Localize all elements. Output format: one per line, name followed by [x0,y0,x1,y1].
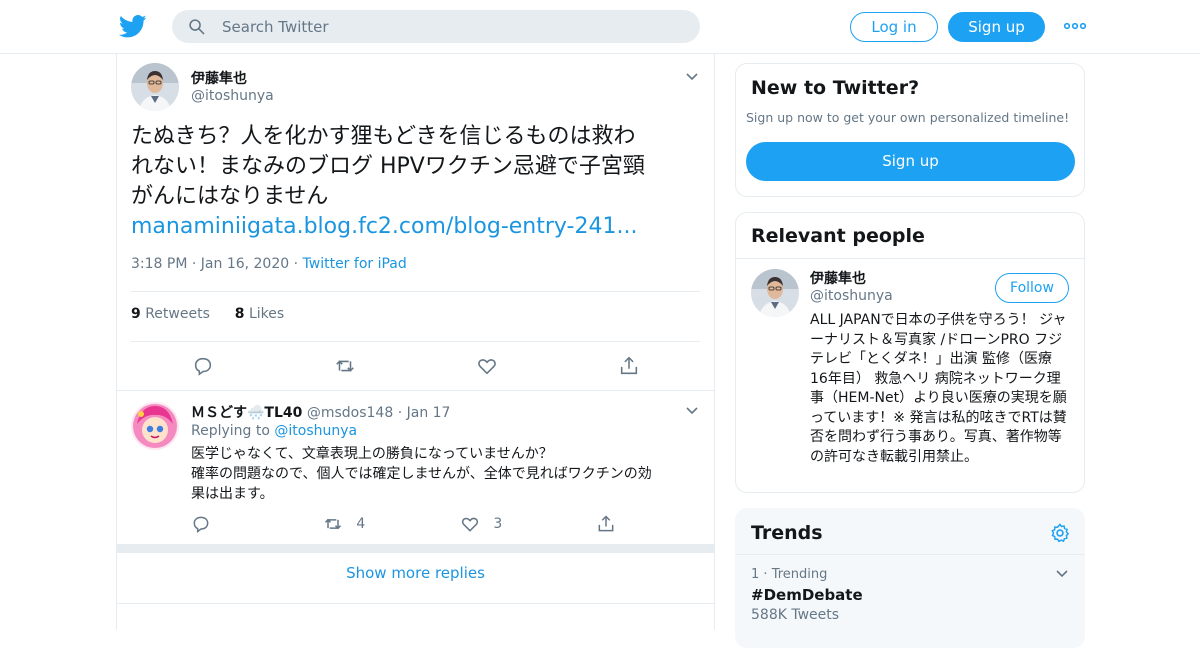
trends-card: Trends 1 · Trending #DemDebate 588K Twee… [735,508,1085,648]
chevron-down-icon[interactable] [685,72,699,82]
reply-retweet-button[interactable]: 4 [323,514,365,536]
main-timeline-column: 伊藤隼也 @itoshunya たぬきち？人を化かす狸もどきを信じるものは救わ … [116,54,715,630]
tweet-author-name[interactable]: 伊藤隼也 [191,68,247,88]
tweet-author-handle[interactable]: @itoshunya [191,88,274,104]
trend-tweet-count: 588K Tweets [751,607,840,623]
tweet-time[interactable]: 3:18 PM [131,256,187,272]
gear-icon[interactable] [1049,522,1071,544]
tweet-stats: 9 Retweets 8 Likes [131,306,284,322]
tweet-text-line: がんにはなりません [131,184,329,209]
avatar[interactable] [131,63,179,111]
relevant-people-card: Relevant people 伊藤隼也 @itoshunya Follow A… [735,212,1085,493]
reply-header: ＭＳどす🌨️TL40 @msdos148 · Jan 17 [191,405,451,421]
replying-to-handle[interactable]: @itoshunya [274,423,357,439]
signup-button[interactable]: Sign up [746,142,1075,181]
likes-stat[interactable]: 8 Likes [235,306,284,322]
reply-like-count: 3 [493,516,503,532]
replying-to: Replying to @itoshunya [191,423,357,439]
trend-name[interactable]: #DemDebate [751,586,863,604]
reply-text-line: 医学じゃなくて、文章表現上の勝負になっていませんか？ [191,446,553,462]
trend-rank: 1 [751,567,760,582]
tweet-date[interactable]: Jan 16, 2020 [201,256,289,272]
divider [736,554,1084,555]
person-bio: ALL JAPANで日本の子供を守ろう！ ジャーナリスト＆写真家 /ドローンPR… [810,312,1067,465]
follow-button[interactable]: Follow [995,273,1069,303]
reply-tweet[interactable]: ＭＳどす🌨️TL40 @msdos148 · Jan 17 Replying t… [117,390,714,544]
reply-like-button[interactable]: 3 [460,514,502,536]
reply-retweet-count: 4 [356,516,366,532]
reply-text: 医学じゃなくて、文章表現上の勝負になっていませんか？ 確率の問題なので、個人では… [191,444,701,504]
tweet-text-line: たぬきち？人を化かす狸もどきを信じるものは救わ [131,124,636,149]
chevron-down-icon[interactable] [685,406,699,416]
card-subtitle: Sign up now to get your own personalized… [746,110,1070,125]
divider [131,291,700,292]
reply-reply-button[interactable] [191,514,211,536]
tweet-timestamp: 3:18 PM · Jan 16, 2020 · Twitter for iPa… [131,256,407,272]
card-title: New to Twitter? [751,77,920,99]
tweet-text: たぬきち？人を化かす狸もどきを信じるものは救わ れない！まなみのブログ HPVワ… [131,122,701,242]
tweet-actions [117,355,716,379]
reply-text-line: 果は出ます。 [191,486,274,502]
avatar[interactable] [751,269,799,317]
like-heart-icon [461,517,479,532]
search-box[interactable] [172,10,700,43]
avatar[interactable] [131,402,179,450]
trend-meta: 1 · Trending [751,567,828,582]
search-input[interactable] [222,10,682,43]
tweet-link[interactable]: manaminiigata.blog.fc2.com/blog-entry-24… [131,212,701,242]
reply-text-line: 確率の問題なので、個人では確定しませんが、全体で見ればワクチンの効 [191,466,652,482]
login-button[interactable]: Log in [850,12,938,42]
top-navigation-bar: Log in Sign up [0,0,1200,54]
thread-separator [117,544,714,553]
reply-icon [193,516,209,533]
new-to-twitter-card: New to Twitter? Sign up now to get your … [735,63,1085,197]
divider [131,341,700,342]
retweet-icon[interactable] [334,355,356,377]
chevron-down-icon[interactable] [1055,569,1069,579]
reply-date[interactable]: Jan 17 [407,405,451,421]
like-heart-icon[interactable] [476,355,498,377]
replying-to-label: Replying to [191,423,270,439]
card-title: Relevant people [751,225,925,247]
divider [117,603,714,604]
reply-avatar-image [131,402,179,450]
more-options-icon[interactable] [1064,20,1086,32]
card-title: Trends [751,522,823,544]
reply-actions: 4 3 [191,514,691,536]
author-avatar-image [131,63,179,111]
trend-label: Trending [771,567,828,582]
twitter-bird-logo-icon[interactable] [119,12,147,40]
reply-icon[interactable] [192,355,214,377]
person-avatar-image [751,269,799,317]
retweet-icon [324,518,342,530]
divider [736,258,1084,259]
tweet-text-line: れない！まなみのブログ HPVワクチン忌避で子宮頸 [131,154,645,179]
signup-button[interactable]: Sign up [948,12,1045,42]
show-more-replies-link[interactable]: Show more replies [117,564,714,582]
share-icon[interactable] [618,355,640,377]
tweet-source-link[interactable]: Twitter for iPad [303,256,407,272]
retweets-stat[interactable]: 9 Retweets [131,306,210,322]
reply-share-button[interactable] [596,514,616,536]
reply-author-handle[interactable]: @msdos148 [307,405,393,421]
share-icon [598,515,614,532]
search-icon [189,19,205,35]
person-name[interactable]: 伊藤隼也 [810,268,866,288]
person-handle[interactable]: @itoshunya [810,288,893,304]
reply-author-name[interactable]: ＭＳどす🌨️TL40 [191,405,302,421]
